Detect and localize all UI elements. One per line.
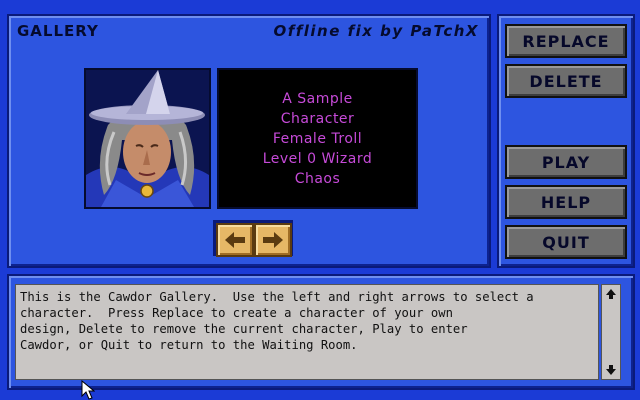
- previous-character-button[interactable]: [216, 223, 254, 257]
- arrow-left-icon: [225, 232, 245, 248]
- description-scrollbar[interactable]: [601, 284, 621, 380]
- character-name-line-2: Character: [280, 110, 355, 127]
- character-name-line-1: A Sample: [282, 90, 353, 107]
- help-button[interactable]: HELP: [505, 185, 627, 219]
- character-class: Level 0 Wizard: [262, 150, 373, 167]
- gallery-panel: GALLERY Offline fix by PaTchX A Sample C…: [7, 14, 491, 268]
- character-navigation: [213, 220, 293, 257]
- play-button[interactable]: PLAY: [505, 145, 627, 179]
- character-race: Female Troll: [272, 130, 363, 147]
- character-info-box: A Sample Character Female Troll Level 0 …: [217, 68, 418, 209]
- gallery-title: GALLERY: [17, 22, 99, 40]
- witch-portrait-icon: [86, 70, 209, 207]
- character-alignment: Chaos: [294, 170, 341, 187]
- credit-text: Offline fix by PaTchX: [273, 22, 479, 40]
- next-character-button[interactable]: [254, 223, 292, 257]
- description-panel: This is the Cawdor Gallery. Use the left…: [7, 274, 635, 390]
- mouse-pointer-icon: [81, 380, 95, 400]
- description-text: This is the Cawdor Gallery. Use the left…: [15, 284, 599, 380]
- character-portrait: [84, 68, 211, 209]
- quit-button[interactable]: QUIT: [505, 225, 627, 259]
- scroll-down-icon[interactable]: [605, 364, 617, 376]
- arrow-right-icon: [263, 232, 283, 248]
- action-menu: REPLACE DELETE PLAY HELP QUIT: [497, 14, 635, 268]
- delete-button[interactable]: DELETE: [505, 64, 627, 98]
- replace-button[interactable]: REPLACE: [505, 24, 627, 58]
- scroll-up-icon[interactable]: [605, 288, 617, 300]
